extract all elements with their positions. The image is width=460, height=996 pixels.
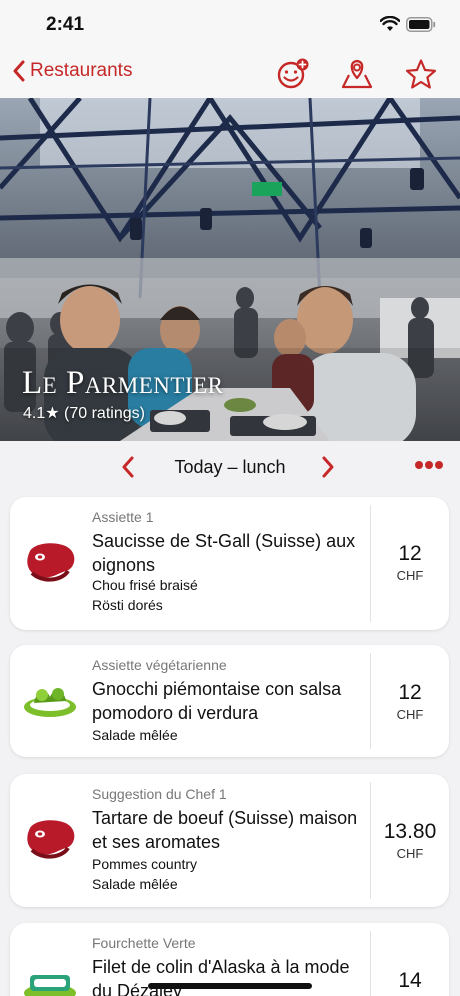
menu-item-side: Salade mêlée xyxy=(92,727,178,743)
menu-item-card[interactable]: Suggestion du Chef 1 Tartare de boeuf (S… xyxy=(10,774,449,907)
menu-item-side: Chou frisé braisé xyxy=(92,577,198,593)
status-time: 2:41 xyxy=(46,14,85,35)
back-button[interactable]: Restaurants xyxy=(12,60,132,82)
menu-item-category: Assiette 1 xyxy=(92,509,154,525)
menu-item-card[interactable]: Assiette végétarienne Gnocchi piémontais… xyxy=(10,645,449,757)
star-favorite-icon[interactable] xyxy=(404,58,438,90)
menu-item-category: Fourchette Verte xyxy=(92,935,196,951)
menu-item-price: 12 xyxy=(398,542,422,565)
battery-icon xyxy=(406,17,436,32)
wifi-icon xyxy=(380,16,400,31)
restaurant-name: Le Parmentier xyxy=(22,365,224,401)
status-bar: 2:41 xyxy=(0,0,460,50)
menu-item-title: Gnocchi piémontaise con salsa pomodoro d… xyxy=(92,679,342,723)
chevron-left-icon xyxy=(13,60,25,82)
vegetarian-icon xyxy=(24,688,76,717)
menu-item-card[interactable]: Assiette 1 Saucisse de St-Gall (Suisse) … xyxy=(10,497,449,630)
more-options-icon[interactable] xyxy=(414,459,444,471)
menu-item-currency: CHF xyxy=(396,707,424,722)
menu-item-side: Salade mêlée xyxy=(92,876,178,892)
menu-item-price: 14 xyxy=(398,969,422,992)
menu-item-side: Rösti dorés xyxy=(92,597,163,613)
meat-icon xyxy=(27,820,75,859)
map-location-icon[interactable] xyxy=(340,58,374,90)
menu-item-price: 13.80 xyxy=(383,820,437,843)
previous-day-button[interactable] xyxy=(120,455,136,479)
back-label: Restaurants xyxy=(30,60,133,81)
restaurant-rating[interactable]: 4.1★ (70 ratings) xyxy=(23,403,145,423)
menu-item-title: Filet de colin d'Alaska à la mode du Déz… xyxy=(92,957,350,996)
day-label: Today – lunch xyxy=(174,457,286,477)
menu-item-title: Saucisse de St-Gall (Suisse) aux oignons xyxy=(92,531,356,575)
menu-item-currency: CHF xyxy=(396,846,424,861)
add-friend-icon[interactable] xyxy=(276,58,310,90)
fish-icon xyxy=(24,975,76,996)
meat-icon xyxy=(27,543,75,582)
restaurant-hero-image: Le Parmentier 4.1★ (70 ratings) xyxy=(0,98,460,441)
home-indicator xyxy=(148,983,312,989)
day-selector: Today – lunch xyxy=(0,441,460,493)
menu-item-title: Tartare de boeuf (Suisse) maison et ses … xyxy=(92,808,358,852)
menu-item-price: 12 xyxy=(398,681,422,704)
menu-item-currency: CHF xyxy=(396,568,424,583)
nav-bar: Restaurants xyxy=(0,50,460,98)
menu-item-category: Suggestion du Chef 1 xyxy=(92,786,227,802)
menu-item-category: Assiette végétarienne xyxy=(92,657,227,673)
next-day-button[interactable] xyxy=(320,455,336,479)
menu-item-side: Pommes country xyxy=(92,856,198,872)
